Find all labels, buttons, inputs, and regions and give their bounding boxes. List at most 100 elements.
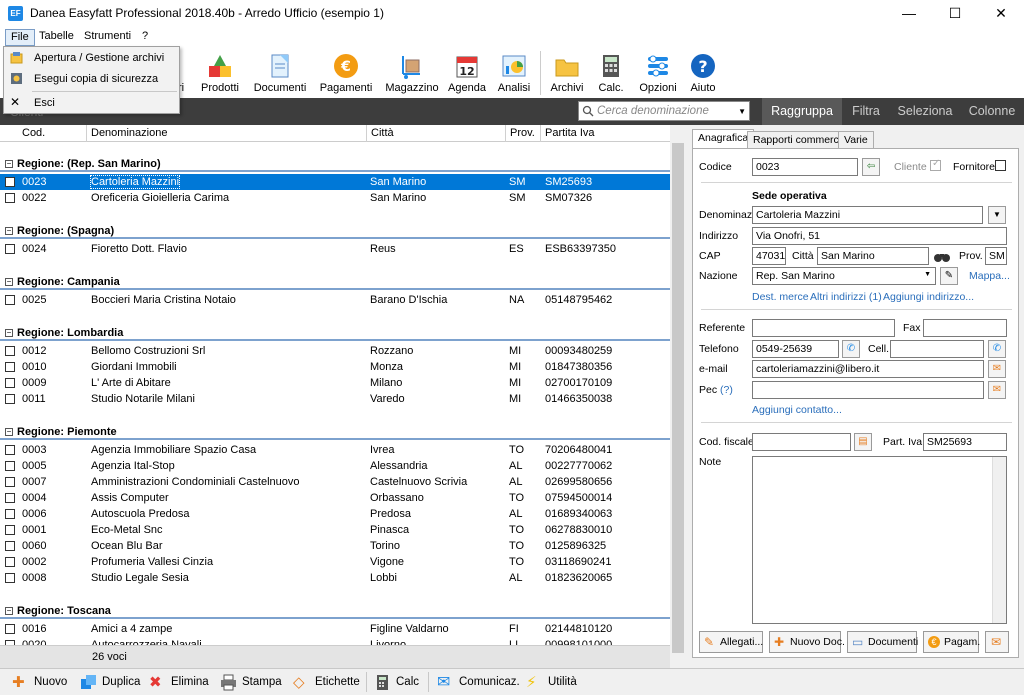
table-row[interactable]: 0008 Studio Legale Sesia Lobbi AL 0182362006…: [0, 570, 670, 586]
note-scrollbar[interactable]: [992, 457, 1006, 623]
collapse-icon[interactable]: −: [5, 329, 13, 337]
group-header[interactable]: − Regione: Piemonte: [0, 424, 670, 440]
col-header-partita-iva[interactable]: Partita Iva: [545, 127, 595, 139]
filtra-button[interactable]: Filtra: [842, 98, 890, 125]
edit-nation-icon[interactable]: ✎: [940, 267, 958, 285]
row-checkbox[interactable]: [5, 624, 15, 634]
collapse-icon[interactable]: −: [5, 607, 13, 615]
table-row[interactable]: 0010 Giordani Immobili Monza MI 01847380356: [0, 359, 670, 375]
table-row[interactable]: 0002 Profumeria Vallesi Cinzia Vigone TO 031…: [0, 554, 670, 570]
email-client-button[interactable]: ✉: [985, 631, 1009, 653]
tab-anagrafica[interactable]: Anagrafica: [692, 129, 755, 149]
table-row[interactable]: 0007 Amministrazioni Condominiali Casteln…: [0, 474, 670, 490]
close-button[interactable]: ✕: [978, 0, 1024, 27]
fax-field[interactable]: [923, 319, 1007, 337]
pec-field[interactable]: [752, 381, 984, 399]
pagam-button[interactable]: € Pagam.: [923, 631, 980, 653]
citta-field[interactable]: San Marino: [817, 247, 929, 265]
prov-field[interactable]: SM: [985, 247, 1007, 265]
menu-item-apertura[interactable]: Apertura / Gestione archivi: [4, 48, 179, 68]
col-header-cod[interactable]: Cod.: [22, 127, 45, 139]
seleziona-button[interactable]: Seleziona: [890, 98, 960, 125]
menu-item-esci[interactable]: ✕ Esci: [4, 93, 179, 113]
aggiungi-indirizzo-link[interactable]: Aggiungi indirizzo...: [883, 291, 974, 303]
etichette-button[interactable]: ◇ Etichette: [291, 671, 360, 693]
note-textarea[interactable]: [752, 456, 1007, 624]
search-input[interactable]: Cerca denominazione ▼: [578, 101, 750, 121]
toolbar-archivi[interactable]: Archivi: [548, 49, 586, 97]
elimina-button[interactable]: ✖ Elimina: [147, 671, 209, 693]
minimize-button[interactable]: —: [886, 0, 932, 27]
group-header[interactable]: − Regione: Toscana: [0, 603, 670, 619]
row-checkbox[interactable]: [5, 378, 15, 388]
referente-field[interactable]: [752, 319, 895, 337]
table-row[interactable]: 0005 Agenzia Ital-Stop Alessandria AL 002277…: [0, 458, 670, 474]
group-header[interactable]: − Regione: Campania: [0, 274, 670, 290]
table-row[interactable]: 0011 Studio Notarile Milani Varedo MI 014663…: [0, 391, 670, 407]
menu-tabelle[interactable]: Tabelle: [34, 29, 79, 46]
aggiungi-contatto-link[interactable]: Aggiungi contatto...: [752, 404, 842, 416]
codice-field[interactable]: 0023: [752, 158, 858, 176]
cap-field[interactable]: 47031: [752, 247, 786, 265]
dest-merce-link[interactable]: Dest. merce: [752, 291, 809, 303]
row-checkbox[interactable]: [5, 477, 15, 487]
next-code-icon[interactable]: ⇦: [862, 158, 880, 176]
table-row[interactable]: 0006 Autoscuola Predosa Predosa AL 016893400…: [0, 506, 670, 522]
row-checkbox[interactable]: [5, 541, 15, 551]
table-row[interactable]: 0004 Assis Computer Orbassano TO 07594500014: [0, 490, 670, 506]
table-row[interactable]: 0003 Agenzia Immobiliare Spazio Casa Ivrea…: [0, 442, 670, 458]
row-checkbox[interactable]: [5, 346, 15, 356]
toolbar-pagamenti[interactable]: € Pagamenti: [318, 49, 374, 97]
mail-icon[interactable]: ✉: [988, 360, 1006, 378]
group-header[interactable]: − Regione: (Rep. San Marino): [0, 156, 670, 172]
nazione-select[interactable]: Rep. San Marino ▼: [752, 267, 936, 285]
menu-strumenti[interactable]: Strumenti: [79, 29, 136, 46]
cod-fiscale-field[interactable]: [752, 433, 851, 451]
table-row[interactable]: 0024 Fioretto Dott. Flavio Reus ES ESB633973…: [0, 241, 670, 257]
fornitore-checkbox[interactable]: [995, 160, 1006, 171]
table-row[interactable]: 0012 Bellomo Costruzioni Srl Rozzano MI 0009…: [0, 343, 670, 359]
maximize-button[interactable]: ☐: [932, 0, 978, 27]
altri-indirizzi-link[interactable]: Altri indirizzi (1): [810, 291, 882, 303]
table-row[interactable]: 0016 Amici a 4 zampe Figline Valdarno FI 021…: [0, 621, 670, 637]
collapse-icon[interactable]: −: [5, 160, 13, 168]
part-iva-field[interactable]: SM25693: [923, 433, 1007, 451]
phone-icon[interactable]: ✆: [842, 340, 860, 358]
table-row[interactable]: 0025 Boccieri Maria Cristina Notaio Barano…: [0, 292, 670, 308]
duplica-button[interactable]: Duplica: [78, 671, 140, 693]
col-header-denominazione[interactable]: Denominazione: [91, 127, 167, 139]
toolbar-analisi[interactable]: Analisi: [496, 49, 532, 97]
binoculars-icon[interactable]: [933, 247, 951, 265]
toolbar-magazzino[interactable]: Magazzino: [384, 49, 440, 97]
cell-field[interactable]: [890, 340, 984, 358]
telefono-field[interactable]: 0549-25639: [752, 340, 839, 358]
collapse-icon[interactable]: −: [5, 227, 13, 235]
col-header-prov[interactable]: Prov.: [510, 127, 535, 139]
row-checkbox[interactable]: [5, 573, 15, 583]
stampa-button[interactable]: Stampa: [218, 671, 282, 693]
toolbar-aiuto[interactable]: ? Aiuto: [686, 49, 720, 97]
col-header-citta[interactable]: Città: [371, 127, 394, 139]
row-checkbox[interactable]: [5, 557, 15, 567]
cliente-checkbox[interactable]: ✓: [930, 158, 941, 171]
email-field[interactable]: cartoleriamazzini@libero.it: [752, 360, 984, 378]
toolbar-agenda[interactable]: 12 Agenda: [447, 49, 487, 97]
scrollbar-thumb[interactable]: [672, 143, 684, 653]
group-header[interactable]: − Regione: (Spagna): [0, 223, 670, 239]
row-checkbox[interactable]: [5, 362, 15, 372]
comunicaz-button[interactable]: ✉ Comunicaz.: [435, 671, 520, 693]
row-checkbox[interactable]: [5, 461, 15, 471]
tab-varie[interactable]: Varie: [838, 131, 874, 149]
row-checkbox[interactable]: [5, 525, 15, 535]
table-row[interactable]: 0023 Cartoleria Mazzini San Marino SM SM2569…: [0, 174, 670, 190]
row-checkbox[interactable]: [5, 295, 15, 305]
nuovo-button[interactable]: ✚ Nuovo: [10, 671, 67, 693]
chevron-down-icon[interactable]: ▼: [738, 107, 746, 116]
table-row[interactable]: 0009 L' Arte di Abitare Milano MI 0270017010…: [0, 375, 670, 391]
nuovo-doc-button[interactable]: ✚ Nuovo Doc.: [769, 631, 845, 653]
phone-icon[interactable]: ✆: [988, 340, 1006, 358]
calc-fiscal-code-icon[interactable]: ▤: [854, 433, 872, 451]
row-checkbox[interactable]: [5, 394, 15, 404]
indirizzo-field[interactable]: Via Onofri, 51: [752, 227, 1007, 245]
toolbar-documenti[interactable]: Documenti: [252, 49, 308, 97]
